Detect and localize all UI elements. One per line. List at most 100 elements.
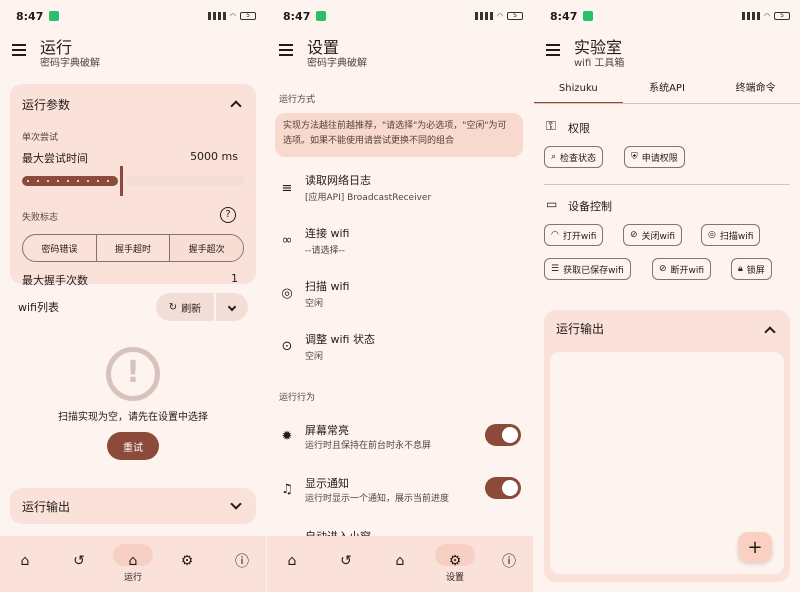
settings-icon[interactable]: ⚙ (444, 550, 466, 572)
menu-icon[interactable] (546, 44, 560, 56)
tab-terminal[interactable]: 终端命令 (711, 80, 800, 104)
chevron-down-icon (227, 302, 237, 312)
status-bar: 8:47 ◠ 5 (283, 8, 523, 24)
disable-wifi-button[interactable]: ⊘ 关闭wifi (623, 224, 683, 246)
row-title[interactable]: 调整 wifi 状态 (305, 331, 375, 347)
slider-thumb[interactable] (120, 166, 123, 196)
segment-handshake-overcount[interactable]: 握手超次 (170, 235, 243, 261)
row-title[interactable]: 扫描 wifi (305, 278, 349, 294)
wifi-status-icon: ◠ (496, 12, 503, 20)
card-title: 运行参数 (22, 98, 71, 112)
perm-title: 权限 (568, 122, 590, 135)
section-run-behavior: 运行行为 (279, 393, 316, 403)
info-icon[interactable]: ⓘ (498, 550, 520, 572)
slider-tick (107, 180, 109, 182)
segment-handshake-timeout[interactable]: 握手超时 (97, 235, 171, 261)
chevron-up-icon[interactable] (764, 326, 776, 338)
empty-message: 扫描实现为空，请先在设置中选择 (58, 412, 208, 423)
screen-on-toggle[interactable] (485, 424, 521, 446)
info-icon[interactable]: ⓘ (231, 550, 253, 572)
menu-icon[interactable] (12, 44, 26, 56)
notification-toggle[interactable] (485, 477, 521, 499)
max-time-label: 最大尝试时间 (22, 152, 88, 165)
chevron-down-icon[interactable] (230, 498, 242, 510)
request-permission-button[interactable]: ⛨ 申请权限 (624, 146, 685, 168)
slider-tick (77, 180, 79, 182)
disconnect-wifi-button[interactable]: ⊘ 断开wifi (652, 258, 712, 280)
wifi-icon: ◠ (551, 230, 559, 240)
status-time: 8:47 (283, 9, 311, 23)
max-time-slider[interactable] (22, 166, 244, 196)
signal-icon (207, 12, 226, 20)
inbox-icon[interactable]: ⌂ (14, 550, 36, 572)
home-icon[interactable]: ⌂ (389, 550, 411, 572)
nav-label-settings: 设置 (446, 573, 465, 583)
lab-screen: 8:47 ◠ 5 实验室 wifi 工具箱 Shizuku 系统API 终端命令 … (534, 0, 800, 592)
notification-icon (316, 11, 327, 21)
device-control-title: 设备控制 (568, 200, 612, 213)
get-saved-wifi-button[interactable]: ☰ 获取已保存wifi (544, 258, 631, 280)
slider-tick (27, 180, 29, 182)
history-icon[interactable]: ↺ (68, 550, 90, 572)
section-run-method: 运行方式 (279, 95, 316, 105)
row-sub: 运行时且保持在前台时永不息屏 (305, 441, 432, 451)
slider-tick (57, 180, 59, 182)
wifi-status-icon: ◠ (763, 12, 770, 20)
battery-icon: 5 (507, 12, 523, 20)
history-icon[interactable]: ↺ (335, 550, 357, 572)
refresh-dropdown-button[interactable] (216, 293, 248, 321)
row-title[interactable]: 读取网络日志 (305, 172, 371, 188)
scan-wifi-button[interactable]: ◎ 扫描wifi (701, 224, 761, 246)
slider-active-track (22, 176, 118, 186)
row-sub: [应用API] BroadcastReceiver (305, 193, 432, 203)
menu-icon[interactable] (279, 44, 293, 56)
radar-icon: ◎ (281, 285, 293, 301)
status-time: 8:47 (16, 9, 44, 23)
battery-icon: 5 (240, 12, 256, 20)
slider-tick (87, 180, 89, 182)
key-icon: ⚿ (546, 119, 556, 134)
refresh-icon: ↻ (168, 301, 178, 313)
row-title: 显示通知 (305, 477, 349, 490)
home-icon[interactable]: ⌂ (122, 550, 144, 572)
page-subtitle: wifi 工具箱 (574, 58, 625, 69)
add-fab[interactable]: + (738, 532, 772, 562)
toggle-icon: ⊙ (281, 338, 293, 354)
battery-icon: 5 (774, 12, 790, 20)
max-time-value: 5000 ms (190, 150, 238, 163)
tab-shizuku[interactable]: Shizuku (534, 80, 623, 104)
link-icon: ∞ (281, 232, 293, 248)
wifi-off-icon: ⊘ (630, 230, 638, 240)
fail-flag-segmented: 密码错误 握手超时 握手超次 (22, 234, 244, 262)
signal-icon (474, 12, 493, 20)
run-screen: 8:47 ◠ 5 运行 密码字典破解 运行参数 单次尝试 最大尝试时间 5000 … (0, 0, 266, 592)
list-icon: ☰ (551, 264, 560, 274)
lock-icon: 🔒︎ (738, 264, 743, 274)
device-icon: ▭ (546, 197, 558, 211)
row-title: 屏幕常亮 (305, 424, 349, 437)
lock-screen-button[interactable]: 🔒︎ 锁屏 (731, 258, 772, 280)
refresh-button[interactable]: ↻ 刷新 (156, 293, 214, 321)
bottom-nav: ⌂ ↺ ⌂ 运行 ⚙ ⓘ (0, 536, 266, 592)
enable-wifi-button[interactable]: ◠ 打开wifi (544, 224, 604, 246)
settings-screen: 8:47 ◠ 5 设置 密码字典破解 运行方式 实现方法越往前越推荐，"请选择"为… (267, 0, 533, 592)
run-output-card[interactable]: 运行输出 (10, 488, 256, 524)
wifi-off-icon: ⊘ (659, 264, 667, 274)
row-sub: 空闲 (305, 352, 324, 362)
search-icon: ⌕ (551, 152, 557, 162)
status-bar: 8:47 ◠ 5 (16, 8, 256, 24)
row-sub: 空闲 (305, 299, 324, 309)
row-title[interactable]: 连接 wifi (305, 225, 349, 241)
settings-icon[interactable]: ⚙ (176, 550, 198, 572)
tab-system-api[interactable]: 系统API (623, 80, 712, 104)
retry-button[interactable]: 重试 (107, 432, 159, 460)
help-icon[interactable]: ? (220, 207, 236, 223)
chevron-up-icon[interactable] (230, 100, 242, 112)
check-status-button[interactable]: ⌕ 检查状态 (544, 146, 604, 168)
max-handshake-label: 最大握手次数 (22, 274, 88, 287)
tab-bar: Shizuku 系统API 终端命令 (534, 80, 800, 104)
inbox-icon[interactable]: ⌂ (281, 550, 303, 572)
bell-icon: ♫ (281, 481, 293, 497)
segment-password-error[interactable]: 密码错误 (23, 235, 97, 261)
row-sub: --请选择-- (305, 246, 345, 256)
